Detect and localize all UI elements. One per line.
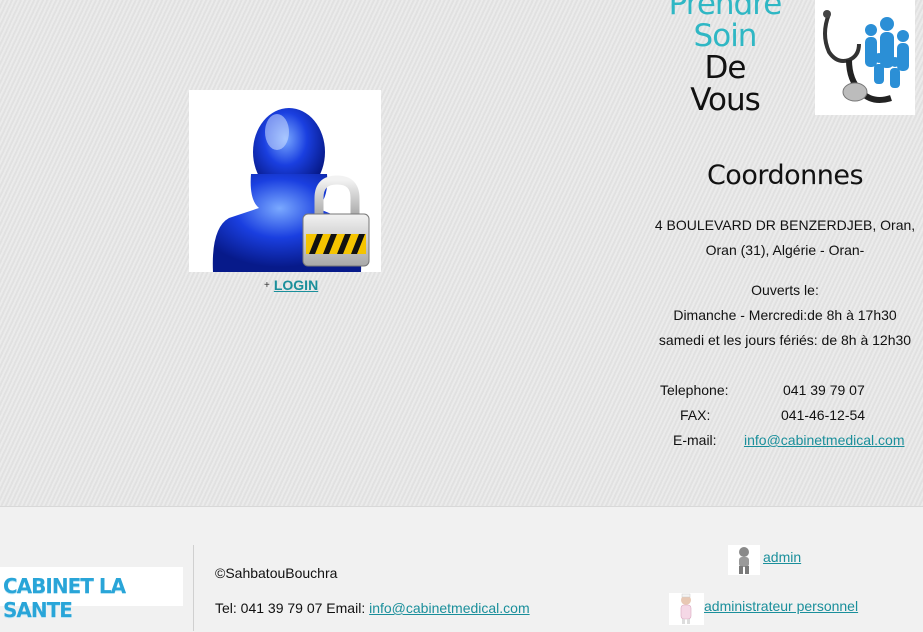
copyright: ©SahbatouBouchra (215, 565, 338, 581)
footer-email-link[interactable]: info@cabinetmedical.com (369, 600, 530, 616)
login-link[interactable]: LOGIN (274, 277, 318, 293)
slogan-line-2: Soin (693, 18, 758, 54)
footer-tel-text: Tel: 041 39 79 07 Email: (215, 600, 370, 616)
telephone-label: Telephone: (660, 382, 729, 398)
admin-user-icon (728, 545, 760, 575)
telephone-value: 041 39 79 07 (783, 382, 865, 398)
footer-contact: Tel: 041 39 79 07 Email: info@cabinetmed… (215, 600, 530, 616)
login-link-container: + LOGIN (264, 277, 318, 293)
hours-line-2: samedi et les jours fériés: de 8h à 12h3… (658, 332, 912, 348)
slogan-line-1: Prendre (668, 0, 783, 22)
staff-admin-link[interactable]: administrateur personnel (704, 598, 858, 614)
address-line-2: Oran (31), Algérie - Oran- (705, 242, 865, 258)
footer-divider (193, 545, 194, 631)
slogan: Prendre Soin De Vous (650, 0, 800, 116)
coordonnees-title: Coordonnes (706, 160, 864, 191)
plus-bullet: + (264, 280, 270, 291)
brand-logo: CABINET LA SANTE (0, 567, 183, 622)
email-label: E-mail: (673, 432, 717, 448)
fax-label: FAX: (680, 407, 711, 423)
admin-link[interactable]: admin (763, 549, 801, 565)
stethoscope-family-icon (815, 0, 915, 115)
fax-value: 041-46-12-54 (781, 407, 866, 423)
nurse-icon (669, 593, 704, 625)
user-lock-icon[interactable] (189, 90, 381, 272)
main-area: + LOGIN Prendre Soin De Vous Coordonnes 4… (0, 0, 923, 506)
slogan-line-3: De (704, 50, 747, 86)
email-link[interactable]: info@cabinetmedical.com (744, 432, 905, 448)
brand-text: CABINET LA SANTE (3, 574, 126, 622)
hours-title: Ouverts le: (751, 282, 819, 298)
hours-line-1: Dimanche - Mercredi:de 8h à 17h30 (673, 307, 897, 323)
address-line-1: 4 BOULEVARD DR BENZERDJEB, Oran, (654, 217, 916, 233)
slogan-line-4: Vous (690, 82, 761, 118)
